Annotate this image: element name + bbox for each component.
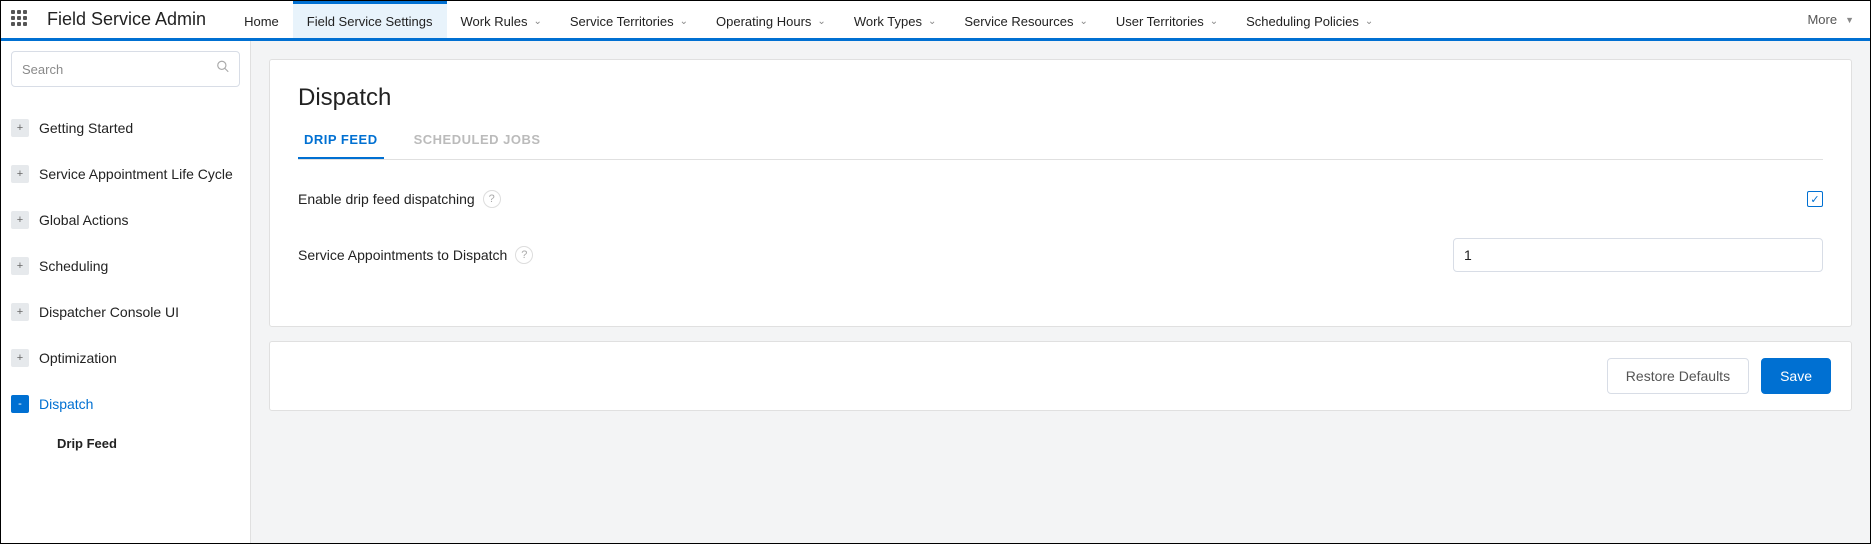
chevron-down-icon: ⌄ — [1210, 16, 1218, 27]
nav-item-home[interactable]: Home — [230, 1, 293, 38]
chevron-down-icon: ⌄ — [533, 16, 541, 27]
sidebar-subitem-drip-feed[interactable]: Drip Feed — [11, 427, 240, 459]
sidebar-item-label: Optimization — [39, 350, 117, 366]
sidebar-item-optimization[interactable]: + Optimization — [11, 335, 240, 381]
help-icon[interactable]: ? — [515, 246, 533, 264]
chevron-down-icon: ⌄ — [817, 16, 825, 27]
main-content: Dispatch DRIP FEED SCHEDULED JOBS Enable … — [251, 41, 1870, 543]
sidebar-list: + Getting Started + Service Appointment Lif… — [11, 105, 240, 459]
chevron-down-icon: ▼ — [1845, 15, 1854, 25]
chevron-down-icon: ⌄ — [1365, 16, 1373, 27]
nav-item-work-rules[interactable]: Work Rules⌄ — [447, 1, 556, 38]
setting-enable-drip-feed: Enable drip feed dispatching ? ✓ — [298, 190, 1823, 208]
expand-icon: + — [11, 165, 29, 183]
save-button[interactable]: Save — [1761, 358, 1831, 394]
app-title: Field Service Admin — [47, 9, 206, 30]
chevron-down-icon: ⌄ — [680, 16, 688, 27]
nav-item-service-territories[interactable]: Service Territories⌄ — [556, 1, 702, 38]
sidebar: + Getting Started + Service Appointment Lif… — [1, 41, 251, 543]
more-menu[interactable]: More ▼ — [1807, 12, 1860, 27]
sidebar-item-label: Getting Started — [39, 120, 133, 136]
sidebar-item-getting-started[interactable]: + Getting Started — [11, 105, 240, 151]
nav-item-work-types[interactable]: Work Types⌄ — [840, 1, 951, 38]
tab-scheduled-jobs[interactable]: SCHEDULED JOBS — [408, 132, 547, 159]
setting-label: Service Appointments to Dispatch — [298, 247, 507, 263]
collapse-icon: - — [11, 395, 29, 413]
expand-icon: + — [11, 303, 29, 321]
expand-icon: + — [11, 211, 29, 229]
sidebar-item-label: Dispatcher Console UI — [39, 304, 179, 320]
sidebar-item-dispatcher-console-ui[interactable]: + Dispatcher Console UI — [11, 289, 240, 335]
expand-icon: + — [11, 119, 29, 137]
sidebar-item-label: Dispatch — [39, 396, 93, 412]
sidebar-item-label: Global Actions — [39, 212, 129, 228]
expand-icon: + — [11, 257, 29, 275]
more-label: More — [1807, 12, 1837, 27]
app-launcher-icon[interactable] — [11, 10, 31, 30]
sidebar-item-label: Service Appointment Life Cycle — [39, 166, 233, 182]
sidebar-item-service-appointment-life-cycle[interactable]: + Service Appointment Life Cycle — [11, 151, 240, 197]
nav-item-user-territories[interactable]: User Territories⌄ — [1102, 1, 1232, 38]
setting-label: Enable drip feed dispatching — [298, 191, 475, 207]
top-navigation-bar: Field Service Admin HomeField Service Se… — [1, 1, 1870, 41]
nav-item-service-resources[interactable]: Service Resources⌄ — [950, 1, 1102, 38]
search-input[interactable] — [11, 51, 240, 87]
nav-item-field-service-settings[interactable]: Field Service Settings — [293, 1, 447, 38]
restore-defaults-button[interactable]: Restore Defaults — [1607, 358, 1749, 394]
footer-panel: Restore Defaults Save — [269, 341, 1852, 411]
page-title: Dispatch — [298, 84, 1823, 112]
nav-item-operating-hours[interactable]: Operating Hours⌄ — [702, 1, 840, 38]
appointments-to-dispatch-input[interactable] — [1453, 238, 1823, 272]
expand-icon: + — [11, 349, 29, 367]
sidebar-item-dispatch[interactable]: -Dispatch — [11, 381, 240, 427]
enable-drip-feed-checkbox[interactable]: ✓ — [1807, 191, 1823, 207]
primary-nav: HomeField Service SettingsWork Rules⌄Ser… — [230, 1, 1387, 38]
help-icon[interactable]: ? — [483, 190, 501, 208]
settings-panel: Dispatch DRIP FEED SCHEDULED JOBS Enable … — [269, 59, 1852, 327]
sidebar-item-label: Scheduling — [39, 258, 108, 274]
chevron-down-icon: ⌄ — [1079, 16, 1087, 27]
chevron-down-icon: ⌄ — [928, 16, 936, 27]
sidebar-item-global-actions[interactable]: + Global Actions — [11, 197, 240, 243]
sidebar-item-scheduling[interactable]: + Scheduling — [11, 243, 240, 289]
tab-bar: DRIP FEED SCHEDULED JOBS — [298, 132, 1823, 160]
setting-appointments-to-dispatch: Service Appointments to Dispatch ? — [298, 238, 1823, 272]
nav-item-scheduling-policies[interactable]: Scheduling Policies⌄ — [1232, 1, 1387, 38]
tab-drip-feed[interactable]: DRIP FEED — [298, 132, 384, 159]
